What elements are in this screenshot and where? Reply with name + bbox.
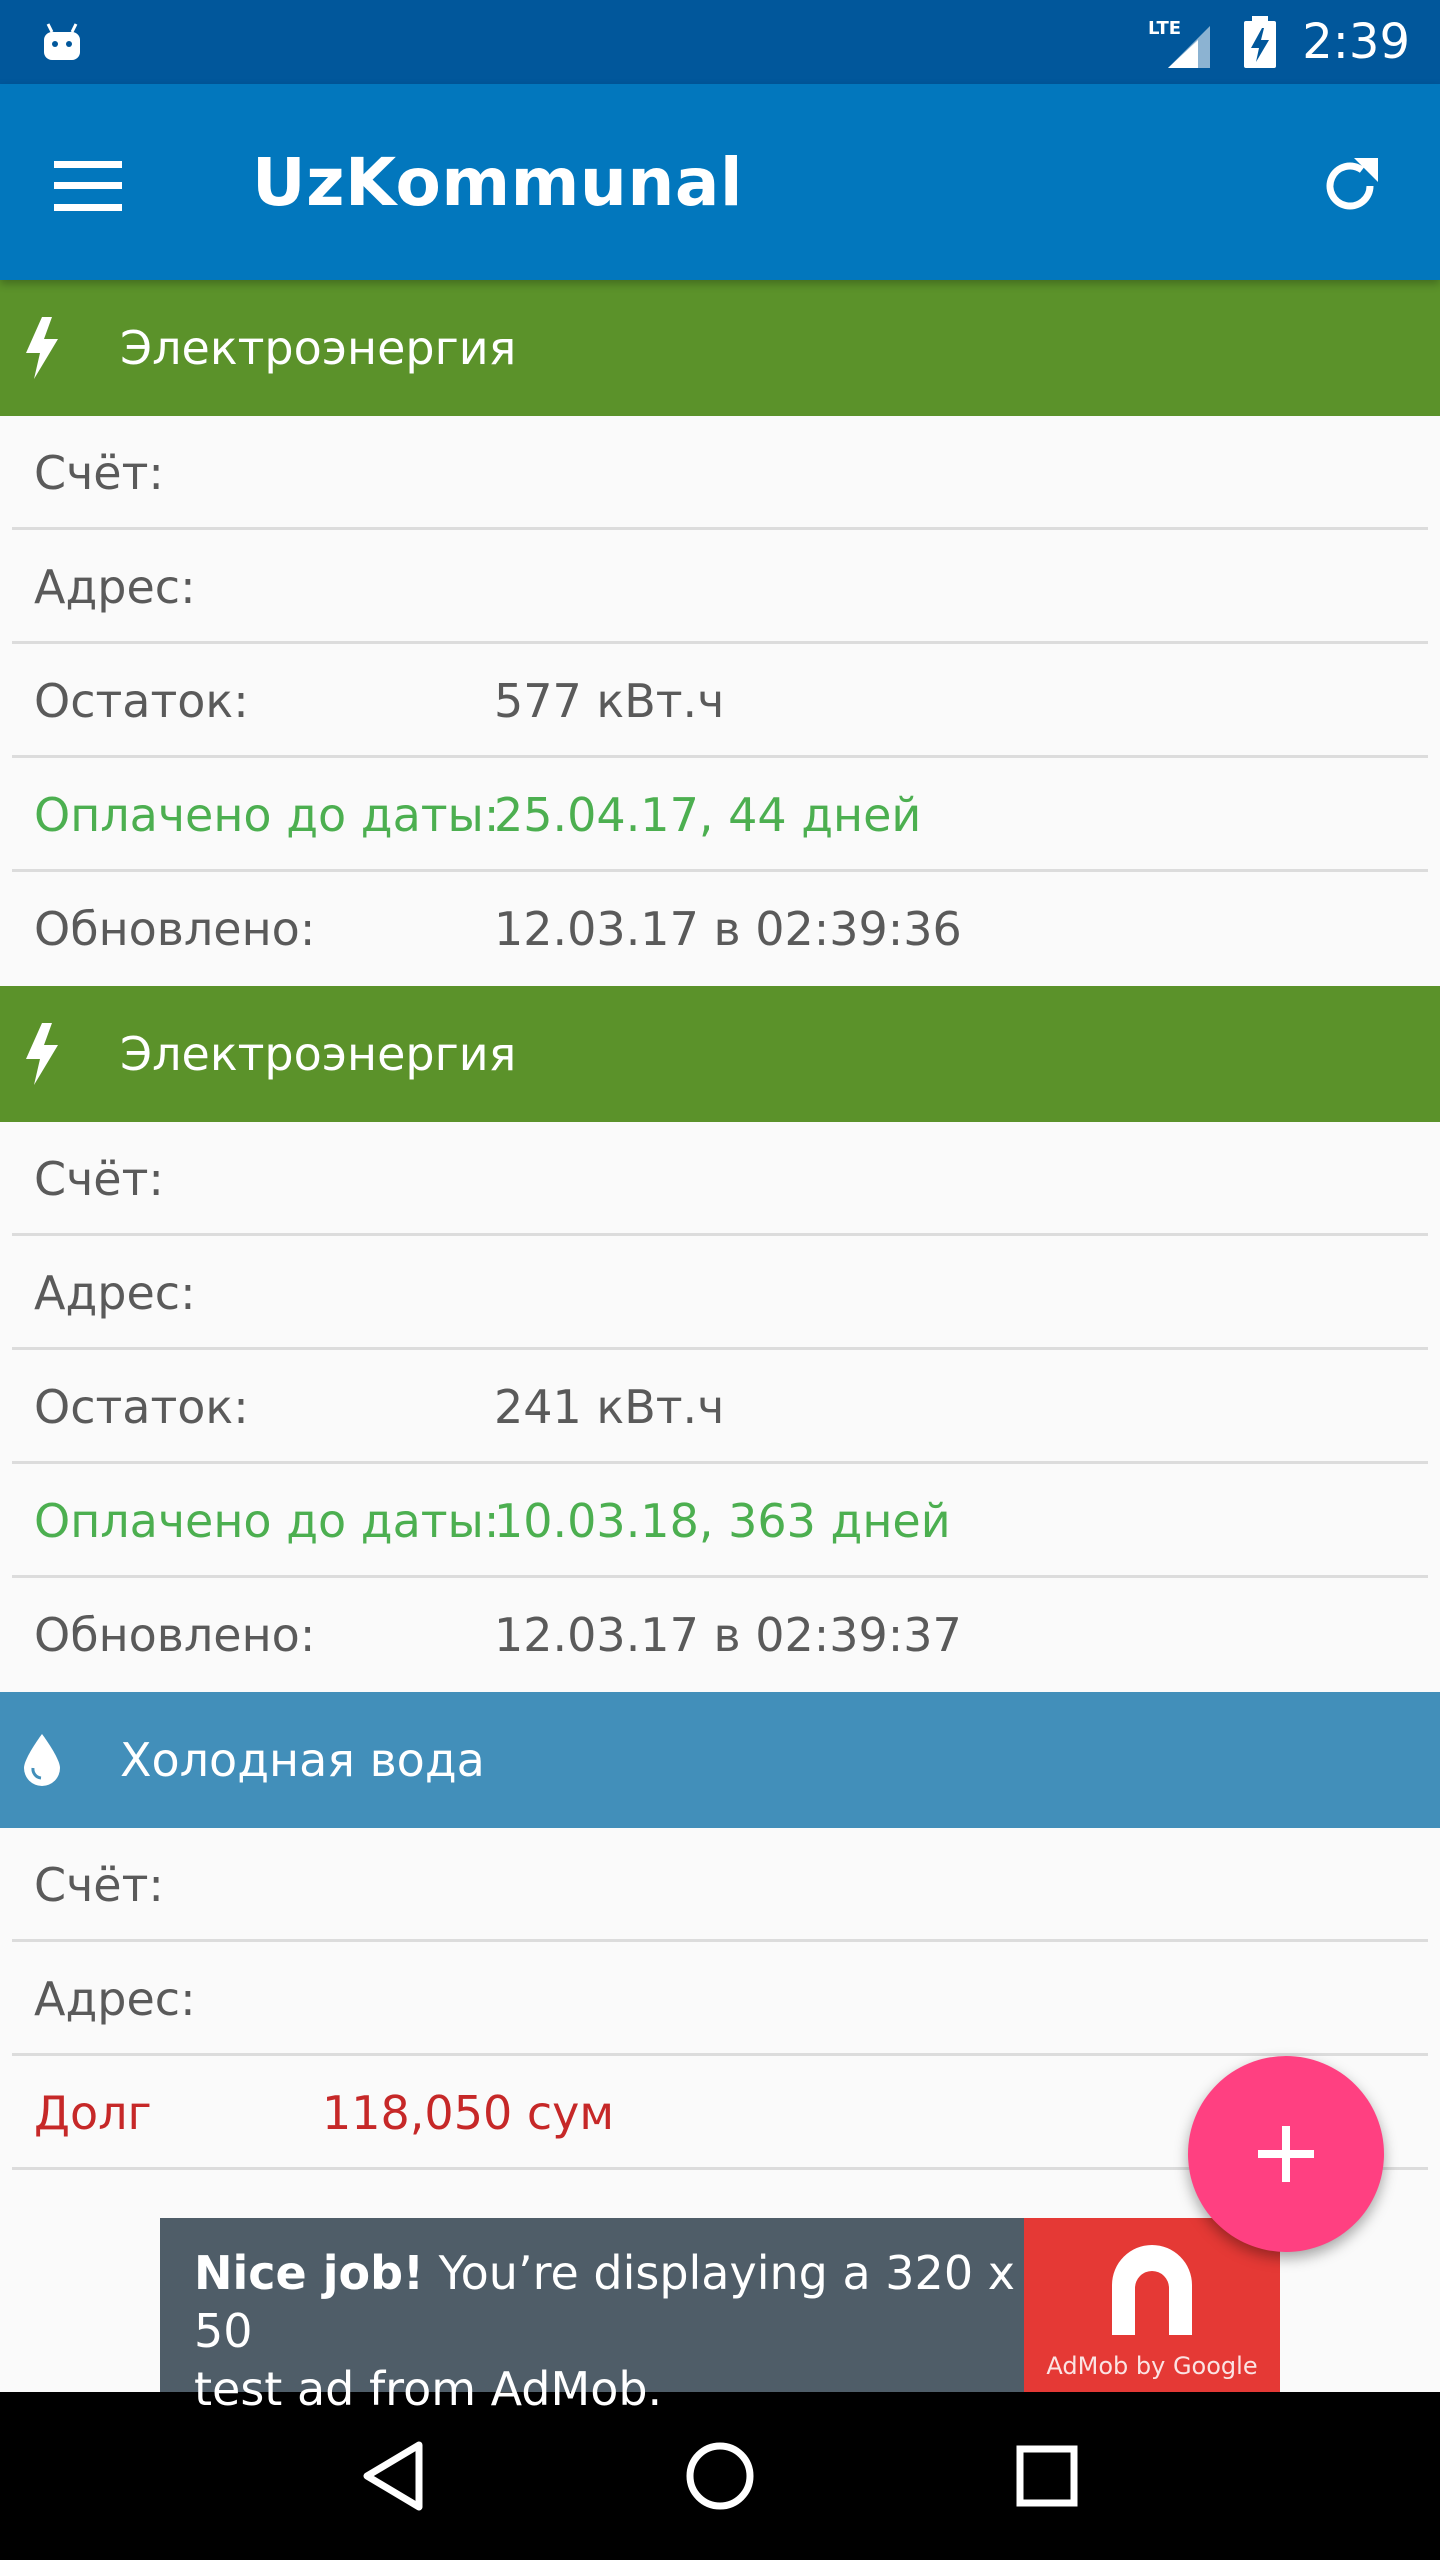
refresh-icon [1326,158,1378,210]
paid-until-row: Оплачено до даты: 10.03.18, 363 дней [0,1464,1440,1578]
paid-until-row: Оплачено до даты: 25.04.17, 44 дней [0,758,1440,872]
admob-icon [1112,2245,1192,2335]
recents-icon [1016,2445,1078,2507]
address-row: Адрес: [0,1236,1440,1350]
paid-until-label: Оплачено до даты: [34,788,500,842]
add-button[interactable] [1188,2056,1384,2252]
updated-row: Обновлено: 12.03.17 в 02:39:37 [0,1578,1440,1692]
paid-until-label: Оплачено до даты: [34,1494,500,1548]
section-header-cold-water[interactable]: Холодная вода [0,1692,1440,1828]
balance-value: 241 кВт.ч [494,1380,725,1434]
ad-logo-caption: AdMob by Google [1046,2352,1258,2380]
address-label: Адрес: [34,1266,196,1320]
debt-label: Долг [34,2086,152,2140]
home-icon [686,2442,754,2510]
battery-charging-icon [1244,16,1277,68]
balance-label: Остаток: [34,674,249,728]
section-header-electricity[interactable]: Электроэнергия [0,280,1440,416]
account-row: Счёт: [0,1122,1440,1236]
plus-icon [1258,2126,1314,2182]
paid-until-value: 10.03.18, 363 дней [494,1494,951,1548]
balance-value: 577 кВт.ч [494,674,725,728]
ad-text-line2: test ad from AdMob. [194,2362,663,2416]
paid-until-value: 25.04.17, 44 дней [494,788,922,842]
ad-banner[interactable]: Nice job! You’re displaying a 320 x 50 t… [160,2218,1280,2416]
section-title: Электроэнергия [120,1027,517,1081]
water-drop-icon [24,1734,60,1786]
account-label: Счёт: [34,1858,164,1912]
ad-headline: Nice job! [194,2246,425,2300]
updated-label: Обновлено: [34,1608,316,1662]
back-icon [363,2441,423,2511]
section-title: Электроэнергия [120,321,517,375]
updated-row: Обновлено: 12.03.17 в 02:39:36 [0,872,1440,986]
home-button[interactable] [665,2421,775,2531]
menu-button[interactable] [40,138,136,234]
network-type-label: LTE [1148,18,1181,39]
account-label: Счёт: [34,446,164,500]
lightning-icon [26,317,58,379]
debt-value: 118,050 сум [322,2086,615,2140]
balance-row: Остаток: 241 кВт.ч [0,1350,1440,1464]
back-button[interactable] [338,2421,448,2531]
balance-label: Остаток: [34,1380,249,1434]
admob-logo: AdMob by Google [1024,2218,1280,2392]
recents-button[interactable] [992,2421,1102,2531]
address-row: Адрес: [0,1942,1440,2056]
updated-value: 12.03.17 в 02:39:37 [494,1608,962,1662]
updated-label: Обновлено: [34,902,316,956]
account-row: Счёт: [0,416,1440,530]
updated-value: 12.03.17 в 02:39:36 [494,902,962,956]
status-bar: LTE 2:39 [0,0,1440,84]
section-header-electricity[interactable]: Электроэнергия [0,986,1440,1122]
android-icon [44,23,80,60]
balance-row: Остаток: 577 кВт.ч [0,644,1440,758]
refresh-button[interactable] [1300,136,1400,236]
section-title: Холодная вода [120,1733,485,1787]
status-time: 2:39 [1302,14,1410,70]
screen: LTE 2:39 UzKommunal Электроэнергия Счёт:… [0,0,1440,2560]
account-row: Счёт: [0,1828,1440,1942]
lte-signal-icon: LTE [1148,18,1211,68]
address-label: Адрес: [34,1972,196,2026]
account-label: Счёт: [34,1152,164,1206]
ad-text: Nice job! You’re displaying a 320 x 50 t… [160,2218,1024,2416]
address-label: Адрес: [34,560,196,614]
menu-icon [54,161,122,211]
app-title: UzKommunal [252,144,744,221]
app-bar: UzKommunal [0,84,1440,280]
services-list: Электроэнергия Счёт: Адрес: Остаток: 577… [0,280,1440,2170]
lightning-icon [26,1023,58,1085]
address-row: Адрес: [0,530,1440,644]
